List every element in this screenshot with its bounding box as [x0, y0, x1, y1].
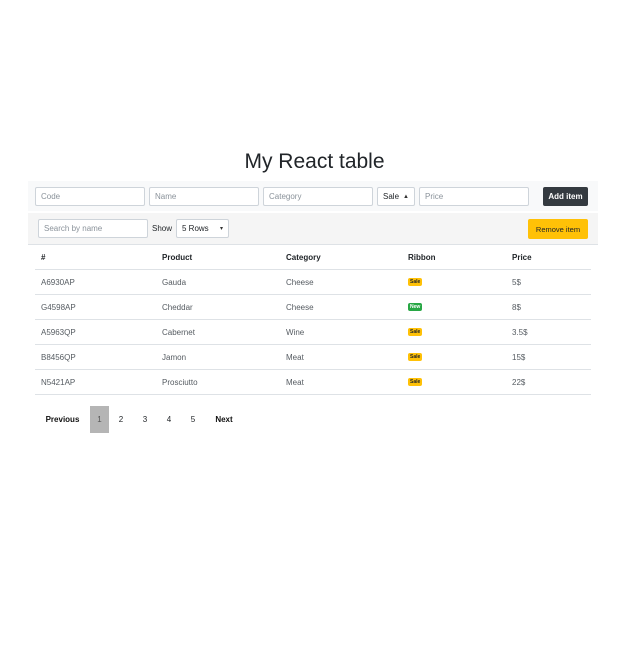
sale-badge: Sale — [408, 353, 423, 362]
page-button-3[interactable]: 3 — [133, 406, 157, 433]
price-input[interactable] — [419, 187, 529, 206]
table-header-row: # Product Category Ribbon Price — [35, 245, 591, 270]
cell-ribbon: Sale — [402, 319, 506, 345]
cell-price: 5$ — [506, 269, 591, 295]
products-table: # Product Category Ribbon Price A6930AP … — [35, 245, 591, 395]
cell-category: Meat — [280, 344, 402, 370]
cell-code: A5963QP — [35, 319, 156, 345]
sale-badge: Sale — [408, 278, 423, 287]
ribbon-select[interactable]: Sale ▲︎ — [377, 187, 415, 206]
cell-ribbon: Sale — [402, 269, 506, 295]
cell-code: B8456QP — [35, 344, 156, 370]
cell-product: Cabernet — [156, 319, 280, 345]
table-row[interactable]: G4598AP Cheddar Cheese New 8$ — [35, 294, 591, 320]
cell-code: G4598AP — [35, 294, 156, 320]
cell-price: 22$ — [506, 369, 591, 395]
name-input[interactable] — [149, 187, 259, 206]
page-button-1[interactable]: 1 — [90, 406, 109, 433]
page-button-2[interactable]: 2 — [109, 406, 133, 433]
cell-price: 8$ — [506, 294, 591, 320]
sale-badge: Sale — [408, 378, 423, 387]
cell-product: Prosciutto — [156, 369, 280, 395]
cell-category: Cheese — [280, 269, 402, 295]
show-label: Show — [152, 224, 173, 233]
previous-page-button[interactable]: Previous — [35, 406, 90, 433]
cell-ribbon: New — [402, 294, 506, 320]
add-item-button[interactable]: Add item — [543, 187, 588, 206]
cell-product: Cheddar — [156, 294, 280, 320]
column-header-price: Price — [506, 245, 591, 270]
cell-ribbon: Sale — [402, 369, 506, 395]
sale-badge: Sale — [408, 328, 423, 337]
cell-price: 3.5$ — [506, 319, 591, 345]
cell-category: Cheese — [280, 294, 402, 320]
code-input[interactable] — [35, 187, 145, 206]
table-row[interactable]: N5421AP Prosciutto Meat Sale 22$ — [35, 369, 591, 395]
cell-product: Jamon — [156, 344, 280, 370]
table-row[interactable]: A6930AP Gauda Cheese Sale 5$ — [35, 269, 591, 295]
rows-select-value: 5 Rows — [182, 224, 209, 233]
cell-price: 15$ — [506, 344, 591, 370]
remove-item-button[interactable]: Remove item — [528, 219, 588, 239]
category-input[interactable] — [263, 187, 373, 206]
column-header-code: # — [35, 245, 156, 270]
select-caret-icon: ▾ — [219, 226, 223, 232]
new-badge: New — [408, 303, 423, 312]
page-title: My React table — [244, 150, 385, 173]
cell-category: Meat — [280, 369, 402, 395]
column-header-ribbon: Ribbon — [402, 245, 506, 270]
page-button-5[interactable]: 5 — [181, 406, 205, 433]
page-button-4[interactable]: 4 — [157, 406, 181, 433]
cell-code: N5421AP — [35, 369, 156, 395]
next-page-button[interactable]: Next — [205, 406, 243, 433]
table-row[interactable]: B8456QP Jamon Meat Sale 15$ — [35, 344, 591, 370]
column-header-product: Product — [156, 245, 280, 270]
column-header-category: Category — [280, 245, 402, 270]
cell-category: Wine — [280, 319, 402, 345]
rows-per-page-select[interactable]: 5 Rows ▾ — [176, 219, 229, 238]
filter-bar: Show 5 Rows ▾ Remove item — [28, 213, 598, 245]
select-caret-icon: ▲︎ — [403, 193, 409, 200]
add-item-form: Sale ▲︎ Add item — [28, 181, 598, 211]
cell-product: Gauda — [156, 269, 280, 295]
cell-code: A6930AP — [35, 269, 156, 295]
search-input[interactable] — [38, 219, 148, 238]
pagination: Previous 1 2 3 4 5 Next — [35, 406, 243, 433]
cell-ribbon: Sale — [402, 344, 506, 370]
ribbon-select-value: Sale — [383, 192, 400, 201]
table-row[interactable]: A5963QP Cabernet Wine Sale 3.5$ — [35, 319, 591, 345]
